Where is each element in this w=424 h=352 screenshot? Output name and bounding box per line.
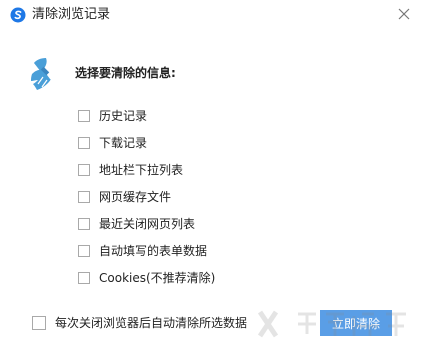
option-label: 自动填写的表单数据 — [99, 243, 208, 258]
checkbox[interactable] — [78, 244, 90, 257]
clear-options-list: 历史记录 下载记录 地址栏下拉列表 网页缓存文件 最近关闭网页列表 自动填写的表… — [78, 102, 215, 291]
close-icon[interactable] — [396, 6, 412, 22]
title-bar: 清除浏览记录 — [0, 0, 424, 30]
checkbox[interactable] — [78, 109, 90, 122]
sogou-browser-icon — [10, 7, 26, 23]
window-title: 清除浏览记录 — [32, 7, 111, 22]
section-heading: 选择要清除的信息: — [75, 66, 176, 80]
option-label: 网页缓存文件 — [99, 189, 172, 204]
option-label: 地址栏下拉列表 — [99, 162, 184, 177]
option-autofill-form-data[interactable]: 自动填写的表单数据 — [78, 237, 215, 264]
clear-now-button[interactable]: 立即清除 — [320, 310, 392, 336]
checkbox[interactable] — [78, 190, 90, 203]
checkbox[interactable] — [78, 163, 90, 176]
option-recently-closed[interactable]: 最近关闭网页列表 — [78, 210, 215, 237]
auto-clear-option[interactable]: 每次关闭浏览器后自动清除所选数据 — [32, 314, 247, 331]
option-cookies[interactable]: Cookies(不推荐清除) — [78, 264, 215, 291]
auto-clear-label: 每次关闭浏览器后自动清除所选数据 — [55, 316, 248, 330]
option-label: Cookies(不推荐清除) — [99, 270, 216, 285]
option-label: 最近关闭网页列表 — [99, 216, 196, 231]
broom-icon — [31, 58, 52, 90]
option-downloads[interactable]: 下载记录 — [78, 129, 215, 156]
option-address-bar-dropdown[interactable]: 地址栏下拉列表 — [78, 156, 215, 183]
checkbox[interactable] — [78, 217, 90, 230]
auto-clear-checkbox[interactable] — [32, 315, 46, 330]
option-history[interactable]: 历史记录 — [78, 102, 215, 129]
checkbox[interactable] — [78, 271, 90, 284]
option-label: 历史记录 — [99, 108, 148, 123]
checkbox[interactable] — [78, 136, 90, 149]
option-label: 下载记录 — [99, 135, 148, 150]
option-cache-files[interactable]: 网页缓存文件 — [78, 183, 215, 210]
